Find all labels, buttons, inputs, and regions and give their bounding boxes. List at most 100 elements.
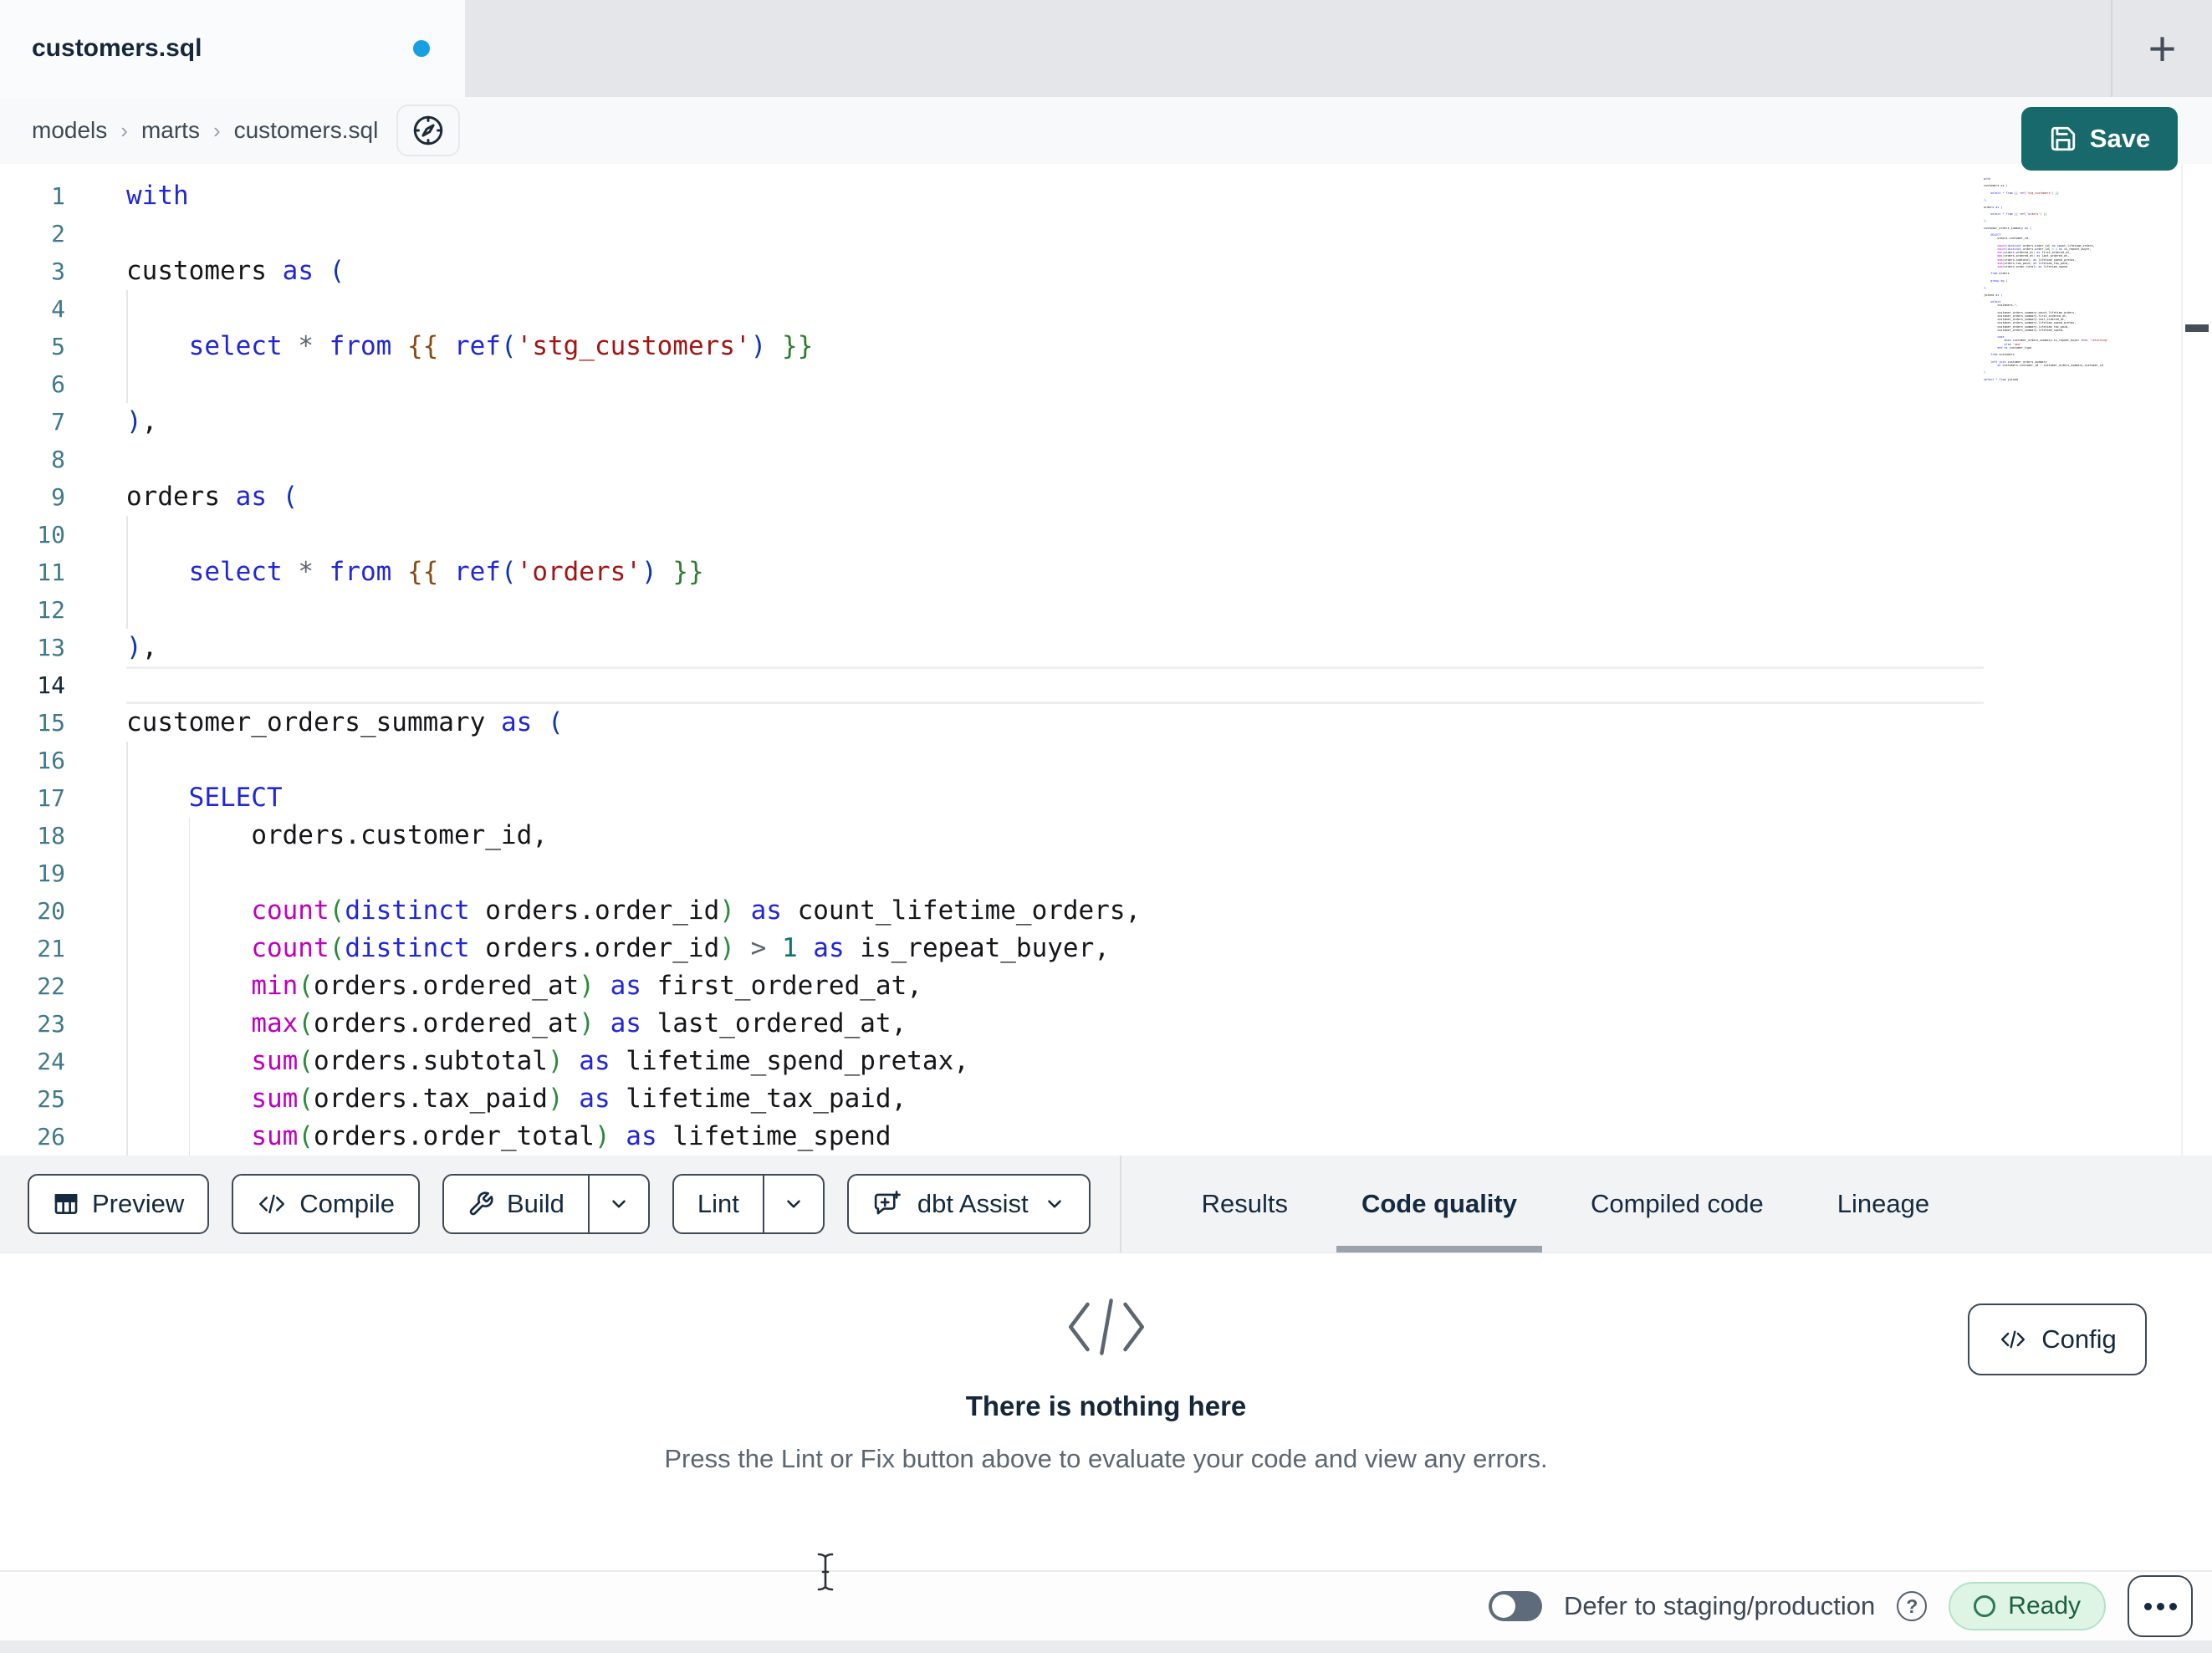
line-number[interactable]: 26 (0, 1118, 65, 1156)
indent-guide (188, 1118, 191, 1156)
code-line[interactable]: ), (126, 629, 1984, 666)
indent-guide (126, 930, 128, 967)
code-quality-panel: There is nothing here Press the Lint or … (0, 1253, 2212, 1570)
code-line[interactable] (126, 591, 1984, 629)
lint-dropdown-button[interactable] (762, 1176, 823, 1232)
code-icon (2001, 1330, 2026, 1349)
line-number[interactable]: 14 (0, 666, 65, 704)
code-line[interactable] (126, 516, 1984, 554)
lint-split-button: Lint (672, 1174, 825, 1234)
line-number[interactable]: 22 (0, 967, 65, 1005)
line-number-gutter[interactable]: 1 2 3 4 5 6 7 8 9 10 11 12 13 14 15 16 17 18 19 20 21 22 23 24 2… (0, 177, 65, 1156)
code-line[interactable]: ), (126, 403, 1984, 441)
line-number[interactable]: 11 (0, 554, 65, 591)
preview-button[interactable]: Preview (28, 1174, 210, 1234)
line-number[interactable]: 2 (0, 215, 65, 253)
code-line[interactable]: customers as ( (126, 253, 1984, 290)
code-line[interactable] (126, 215, 1984, 253)
locate-in-tree-button[interactable] (396, 105, 461, 156)
table-icon (54, 1194, 78, 1214)
dbt-assist-button[interactable]: dbt Assist (846, 1174, 1091, 1234)
code-line[interactable]: sum(orders.tax_paid) as lifetime_tax_pai… (126, 1080, 1984, 1118)
code-editor[interactable]: 1 2 3 4 5 6 7 8 9 10 11 12 13 14 15 16 17 18 19 20 21 22 23 24 2… (0, 164, 2212, 1156)
line-number[interactable]: 8 (0, 441, 65, 478)
save-button[interactable]: Save (2021, 107, 2178, 171)
help-icon[interactable]: ? (1897, 1591, 1928, 1621)
code-line[interactable] (126, 441, 1984, 478)
code-line[interactable]: max(orders.ordered_at) as last_ordered_a… (126, 1005, 1984, 1043)
chevron-down-icon (787, 1200, 800, 1208)
code-line[interactable]: orders as ( (126, 478, 1984, 516)
code-line[interactable]: min(orders.ordered_at) as first_ordered_… (126, 967, 1984, 1005)
line-number[interactable]: 17 (0, 779, 65, 817)
code-line[interactable] (126, 290, 1984, 328)
line-number[interactable]: 21 (0, 930, 65, 967)
line-number[interactable]: 19 (0, 855, 65, 892)
code-line[interactable]: with (126, 177, 1984, 215)
more-options-button[interactable] (2128, 1575, 2193, 1637)
code-line[interactable]: select * from {{ ref('stg_customers') }} (126, 328, 1984, 365)
assist-sparkle-icon (874, 1191, 901, 1215)
toolbar-divider (1119, 1156, 1121, 1253)
unsaved-changes-icon (413, 40, 430, 57)
line-number[interactable]: 6 (0, 365, 65, 403)
line-number[interactable]: 10 (0, 516, 65, 554)
line-number[interactable]: 25 (0, 1080, 65, 1118)
code-icon (259, 1194, 285, 1214)
config-button[interactable]: Config (1968, 1304, 2147, 1375)
breadcrumb-item-file[interactable]: customers.sql (234, 117, 379, 144)
tab-lineage[interactable]: Lineage (1801, 1156, 1966, 1253)
line-number[interactable]: 4 (0, 290, 65, 328)
line-number[interactable]: 9 (0, 478, 65, 516)
build-dropdown-button[interactable] (587, 1176, 648, 1232)
code-line[interactable]: count(distinct orders.order_id) as count… (126, 892, 1984, 930)
compile-button[interactable]: Compile (232, 1174, 420, 1234)
line-number[interactable]: 3 (0, 253, 65, 290)
indent-guide (126, 967, 128, 1005)
minimap[interactable]: with customers as ( select * from {{ ref… (1984, 177, 2174, 381)
code-line[interactable]: customer_orders_summary as ( (126, 704, 1984, 742)
indent-guide (126, 892, 128, 930)
lint-button[interactable]: Lint (674, 1176, 763, 1232)
breadcrumb-item-models[interactable]: models (32, 117, 107, 144)
breadcrumb-item-marts[interactable]: marts (141, 117, 200, 144)
defer-toggle[interactable] (1489, 1591, 1543, 1621)
build-button[interactable]: Build (444, 1176, 588, 1232)
code-line[interactable] (126, 742, 1984, 779)
line-number[interactable]: 15 (0, 704, 65, 742)
chevron-down-icon (612, 1200, 626, 1208)
file-tab-customers-sql[interactable]: customers.sql (0, 0, 465, 97)
line-number[interactable]: 5 (0, 328, 65, 365)
line-number[interactable]: 23 (0, 1005, 65, 1043)
line-number[interactable]: 7 (0, 403, 65, 441)
ready-status-badge: Ready (1949, 1582, 2106, 1630)
breadcrumb-bar: models › marts › customers.sql (0, 97, 2212, 164)
overview-ruler[interactable] (2181, 164, 2212, 1156)
line-number[interactable]: 12 (0, 591, 65, 629)
code-line[interactable] (126, 855, 1984, 892)
tab-compiled-code[interactable]: Compiled code (1554, 1156, 1801, 1253)
panel-tab-bar: Results Code quality Compiled code Linea… (1165, 1156, 1967, 1253)
indent-guide (126, 1043, 128, 1080)
code-line[interactable]: sum(orders.subtotal) as lifetime_spend_p… (126, 1043, 1984, 1080)
code-line[interactable] (126, 365, 1984, 403)
code-line[interactable]: select * from {{ ref('orders') }} (126, 554, 1984, 591)
line-number[interactable]: 1 (0, 177, 65, 215)
tab-code-quality[interactable]: Code quality (1325, 1156, 1554, 1253)
new-tab-button[interactable]: + (2111, 0, 2212, 97)
line-number[interactable]: 18 (0, 817, 65, 855)
code-line-active[interactable] (126, 666, 1984, 704)
code-line[interactable]: orders.customer_id, (126, 817, 1984, 855)
line-number[interactable]: 24 (0, 1043, 65, 1080)
indent-guide (126, 855, 128, 892)
window-bottom-edge (0, 1640, 2212, 1653)
code-line[interactable]: count(distinct orders.order_id) > 1 as i… (126, 930, 1984, 967)
code-line[interactable]: SELECT (126, 779, 1984, 817)
line-number[interactable]: 16 (0, 742, 65, 779)
line-number[interactable]: 20 (0, 892, 65, 930)
code-area[interactable]: with customers as ( select * from {{ ref… (126, 177, 1984, 1156)
line-number[interactable]: 13 (0, 629, 65, 666)
code-line[interactable]: sum(orders.order_total) as lifetime_spen… (126, 1118, 1984, 1156)
tab-results[interactable]: Results (1165, 1156, 1325, 1253)
indent-guide (126, 328, 128, 365)
